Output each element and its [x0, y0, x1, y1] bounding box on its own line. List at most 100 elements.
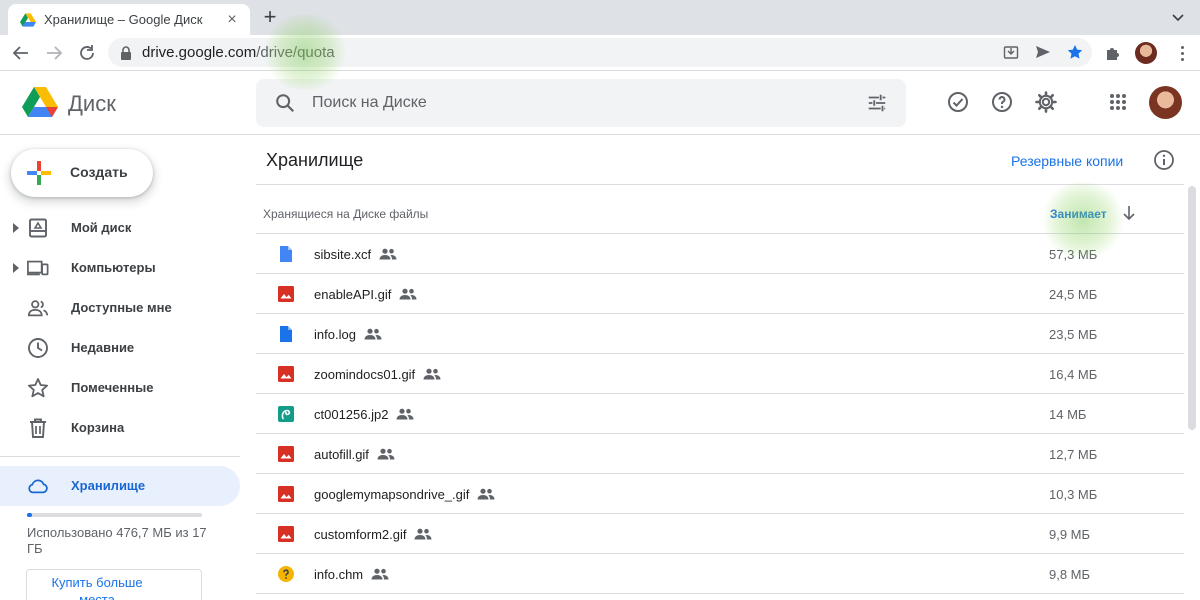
table-row[interactable]: zoomindocs01.gif 16,4 МБ: [256, 354, 1184, 394]
file-name-text: info.log: [314, 327, 356, 342]
file-name-text: customform2.gif: [314, 527, 407, 542]
sidebar-item-computers[interactable]: Компьютеры: [0, 248, 240, 288]
url-path: /drive/quota: [256, 44, 335, 61]
search-icon[interactable]: [274, 92, 296, 114]
forward-button[interactable]: [42, 41, 66, 65]
sidebar-item-storage[interactable]: Хранилище: [0, 466, 240, 506]
file-size: 10,3 МБ: [1049, 487, 1098, 502]
clock-icon: [28, 338, 48, 358]
drive-logo-icon[interactable]: [22, 86, 58, 118]
sidebar-item-label: Хранилище: [71, 478, 146, 493]
expand-caret-icon[interactable]: [12, 223, 20, 233]
shared-people-icon: [423, 368, 441, 380]
send-to-devices-icon[interactable]: [1034, 43, 1052, 61]
search-options-tune-icon[interactable]: [866, 92, 888, 114]
omnibox-actions: [1002, 43, 1084, 61]
create-button-label: Создать: [70, 164, 128, 180]
shared-people-icon: [414, 528, 432, 540]
shared-with-me-icon: [27, 300, 49, 317]
buy-storage-button[interactable]: Купить больше места: [26, 569, 202, 600]
file-name: info.log: [314, 327, 382, 342]
file-type-drawing-icon: [278, 406, 294, 422]
sidebar-item-label: Корзина: [71, 420, 125, 435]
file-size: 24,5 МБ: [1049, 287, 1098, 302]
install-app-icon[interactable]: [1002, 43, 1020, 61]
table-row[interactable]: sibsite.xcf 57,3 МБ: [256, 234, 1184, 274]
browser-menu-kebab-icon[interactable]: [1172, 43, 1192, 63]
file-type-doc-light-icon: [278, 246, 294, 262]
table-row[interactable]: ct001256.jp2 14 МБ: [256, 394, 1184, 434]
sidebar-item-recent[interactable]: Недавние: [0, 328, 240, 368]
file-size: 23,5 МБ: [1049, 327, 1098, 342]
file-name: info.chm: [314, 567, 389, 582]
browser-tab-strip: Хранилище – Google Диск × +: [0, 0, 1200, 35]
ready-for-offline-check-icon[interactable]: [946, 90, 970, 114]
info-icon[interactable]: [1153, 149, 1175, 171]
sidebar-item-label: Компьютеры: [71, 260, 156, 275]
file-name-text: autofill.gif: [314, 447, 369, 462]
file-name: autofill.gif: [314, 447, 395, 462]
shared-people-icon: [379, 248, 397, 260]
file-type-image-icon: [278, 286, 294, 302]
scrollbar-thumb[interactable]: [1188, 186, 1196, 430]
extensions-puzzle-icon[interactable]: [1104, 43, 1124, 63]
expand-caret-icon[interactable]: [12, 263, 20, 273]
sort-arrow-down-icon[interactable]: [1122, 205, 1136, 221]
forward-arrow-icon: [47, 46, 63, 60]
backups-link[interactable]: Резервные копии: [1011, 153, 1123, 169]
table-row[interactable]: info.chm 9,8 МБ: [256, 554, 1184, 594]
file-type-image-icon: [278, 446, 294, 462]
file-name: ct001256.jp2: [314, 407, 414, 422]
account-avatar[interactable]: [1149, 86, 1182, 119]
settings-gear-icon[interactable]: [1034, 90, 1058, 114]
file-size: 9,8 МБ: [1049, 567, 1091, 582]
search-input[interactable]: [312, 79, 832, 127]
browser-tab-active[interactable]: Хранилище – Google Диск ×: [8, 4, 250, 35]
drive-logo-text[interactable]: Диск: [68, 91, 116, 117]
tab-close-icon[interactable]: ×: [224, 11, 240, 28]
browser-tab-title: Хранилище – Google Диск: [44, 12, 203, 27]
table-row[interactable]: autofill.gif 12,7 МБ: [256, 434, 1184, 474]
table-row[interactable]: enableAPI.gif 24,5 МБ: [256, 274, 1184, 314]
file-name-text: googlemymapsondrive_.gif: [314, 487, 470, 502]
sidebar-item-shared-with-me[interactable]: Доступные мне: [0, 288, 240, 328]
file-size: 57,3 МБ: [1049, 247, 1098, 262]
sidebar-item-trash[interactable]: Корзина: [0, 408, 240, 448]
column-header-name: Хранящиеся на Диске файлы: [263, 207, 429, 221]
apps-grid-icon[interactable]: [1106, 90, 1130, 114]
column-header-size[interactable]: Занимает: [1050, 207, 1107, 221]
browser-profile-avatar[interactable]: [1135, 42, 1157, 64]
file-name-text: sibsite.xcf: [314, 247, 372, 262]
sidebar-item-starred[interactable]: Помеченные: [0, 368, 240, 408]
help-question-icon[interactable]: [990, 90, 1014, 114]
reload-button[interactable]: [75, 41, 99, 65]
new-tab-plus-icon[interactable]: +: [258, 6, 282, 29]
url-text: drive.google.com/drive/quota: [142, 44, 335, 61]
file-name: sibsite.xcf: [314, 247, 397, 262]
shared-people-icon: [399, 288, 417, 300]
table-row[interactable]: info.log 23,5 МБ: [256, 314, 1184, 354]
file-name-text: ct001256.jp2: [314, 407, 389, 422]
back-button[interactable]: [9, 41, 33, 65]
sidebar-item-my-drive[interactable]: Мой диск: [0, 208, 240, 248]
file-list: sibsite.xcf 57,3 МБ enableAPI.gif 24,5 МБ in…: [256, 234, 1184, 594]
file-type-image-icon: [278, 486, 294, 502]
tab-search-chevron-icon[interactable]: [1170, 9, 1186, 25]
address-bar[interactable]: drive.google.com/drive/quota: [108, 38, 1092, 67]
file-type-unknown-icon: [278, 566, 294, 582]
table-row[interactable]: googlemymapsondrive_.gif 10,3 МБ: [256, 474, 1184, 514]
file-size: 16,4 МБ: [1049, 367, 1098, 382]
sidebar-item-label: Мой диск: [71, 220, 132, 235]
shared-people-icon: [477, 488, 495, 500]
url-host: drive.google.com: [142, 44, 257, 61]
search-box[interactable]: [256, 79, 906, 127]
file-name-text: enableAPI.gif: [314, 287, 392, 302]
sidebar-item-label: Доступные мне: [71, 300, 172, 315]
bookmark-star-icon[interactable]: [1066, 43, 1084, 61]
shared-people-icon: [364, 328, 382, 340]
file-list-header: Хранящиеся на Диске файлы Занимает: [256, 185, 1184, 234]
file-name: zoomindocs01.gif: [314, 367, 441, 382]
file-size: 9,9 МБ: [1049, 527, 1091, 542]
table-row[interactable]: customform2.gif 9,9 МБ: [256, 514, 1184, 554]
create-button[interactable]: Создать: [11, 149, 153, 197]
